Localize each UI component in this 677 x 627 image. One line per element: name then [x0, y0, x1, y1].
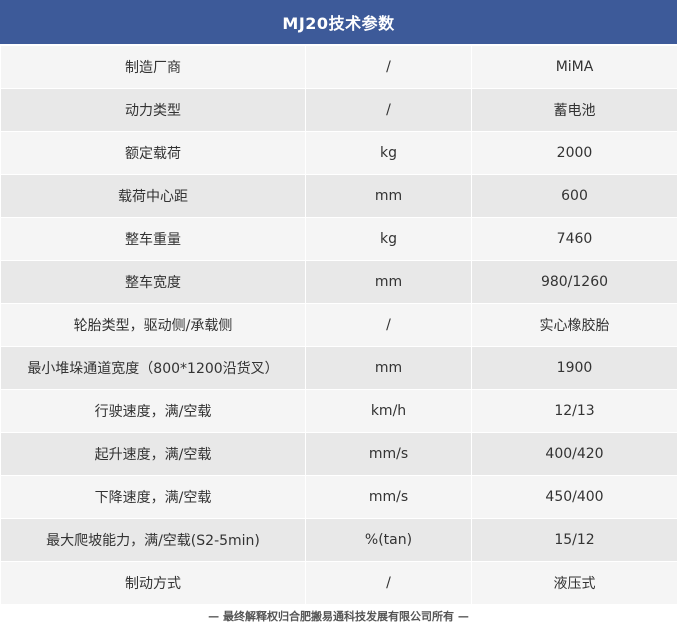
- param-unit: mm: [306, 261, 472, 304]
- param-name: 最大爬坡能力，满/空载(S2-5min): [1, 519, 306, 562]
- param-name: 制造厂商: [1, 46, 306, 89]
- param-unit: mm/s: [306, 476, 472, 519]
- param-value: 15/12: [472, 519, 677, 562]
- param-value: 450/400: [472, 476, 677, 519]
- param-value: 液压式: [472, 562, 677, 605]
- param-name: 额定载荷: [1, 132, 306, 175]
- table-row: 制造厂商 / MiMA: [1, 46, 677, 89]
- table-row: 载荷中心距 mm 600: [1, 175, 677, 218]
- param-unit: kg: [306, 218, 472, 261]
- param-name: 动力类型: [1, 89, 306, 132]
- table-row: 制动方式 / 液压式: [1, 562, 677, 605]
- param-name: 整车宽度: [1, 261, 306, 304]
- param-value: 12/13: [472, 390, 677, 433]
- table-row: 轮胎类型，驱动侧/承载侧 / 实心橡胶胎: [1, 304, 677, 347]
- table-title: MJ20技术参数: [0, 0, 677, 45]
- param-unit: %(tan): [306, 519, 472, 562]
- param-unit: mm: [306, 175, 472, 218]
- param-value: MiMA: [472, 46, 677, 89]
- table-row: 额定载荷 kg 2000: [1, 132, 677, 175]
- table-row: 整车宽度 mm 980/1260: [1, 261, 677, 304]
- param-value: 7460: [472, 218, 677, 261]
- param-name: 制动方式: [1, 562, 306, 605]
- param-unit: /: [306, 304, 472, 347]
- param-unit: mm: [306, 347, 472, 390]
- param-unit: kg: [306, 132, 472, 175]
- param-name: 下降速度，满/空载: [1, 476, 306, 519]
- param-name: 行驶速度，满/空载: [1, 390, 306, 433]
- param-unit: km/h: [306, 390, 472, 433]
- table-row: 最小堆垛通道宽度（800*1200沿货叉） mm 1900: [1, 347, 677, 390]
- table-row: 行驶速度，满/空载 km/h 12/13: [1, 390, 677, 433]
- param-value: 600: [472, 175, 677, 218]
- param-value: 蓄电池: [472, 89, 677, 132]
- param-value: 400/420: [472, 433, 677, 476]
- table-row: 最大爬坡能力，满/空载(S2-5min) %(tan) 15/12: [1, 519, 677, 562]
- spec-table-body: 制造厂商 / MiMA 动力类型 / 蓄电池 额定载荷 kg 2000 载荷中心…: [1, 46, 677, 605]
- spec-sheet: MJ20技术参数 制造厂商 / MiMA 动力类型 / 蓄电池 额定载荷 kg …: [0, 0, 677, 627]
- table-row: 动力类型 / 蓄电池: [1, 89, 677, 132]
- param-unit: /: [306, 89, 472, 132]
- param-value: 980/1260: [472, 261, 677, 304]
- param-name: 最小堆垛通道宽度（800*1200沿货叉）: [1, 347, 306, 390]
- param-unit: mm/s: [306, 433, 472, 476]
- table-row: 起升速度，满/空载 mm/s 400/420: [1, 433, 677, 476]
- param-value: 1900: [472, 347, 677, 390]
- param-unit: /: [306, 46, 472, 89]
- copyright-footer: — 最终解释权归合肥搬易通科技发展有限公司所有 —: [0, 605, 677, 627]
- param-unit: /: [306, 562, 472, 605]
- param-name: 载荷中心距: [1, 175, 306, 218]
- param-name: 起升速度，满/空载: [1, 433, 306, 476]
- param-value: 实心橡胶胎: [472, 304, 677, 347]
- param-name: 轮胎类型，驱动侧/承载侧: [1, 304, 306, 347]
- spec-table: 制造厂商 / MiMA 动力类型 / 蓄电池 额定载荷 kg 2000 载荷中心…: [0, 45, 677, 605]
- table-row: 整车重量 kg 7460: [1, 218, 677, 261]
- param-name: 整车重量: [1, 218, 306, 261]
- param-value: 2000: [472, 132, 677, 175]
- table-row: 下降速度，满/空载 mm/s 450/400: [1, 476, 677, 519]
